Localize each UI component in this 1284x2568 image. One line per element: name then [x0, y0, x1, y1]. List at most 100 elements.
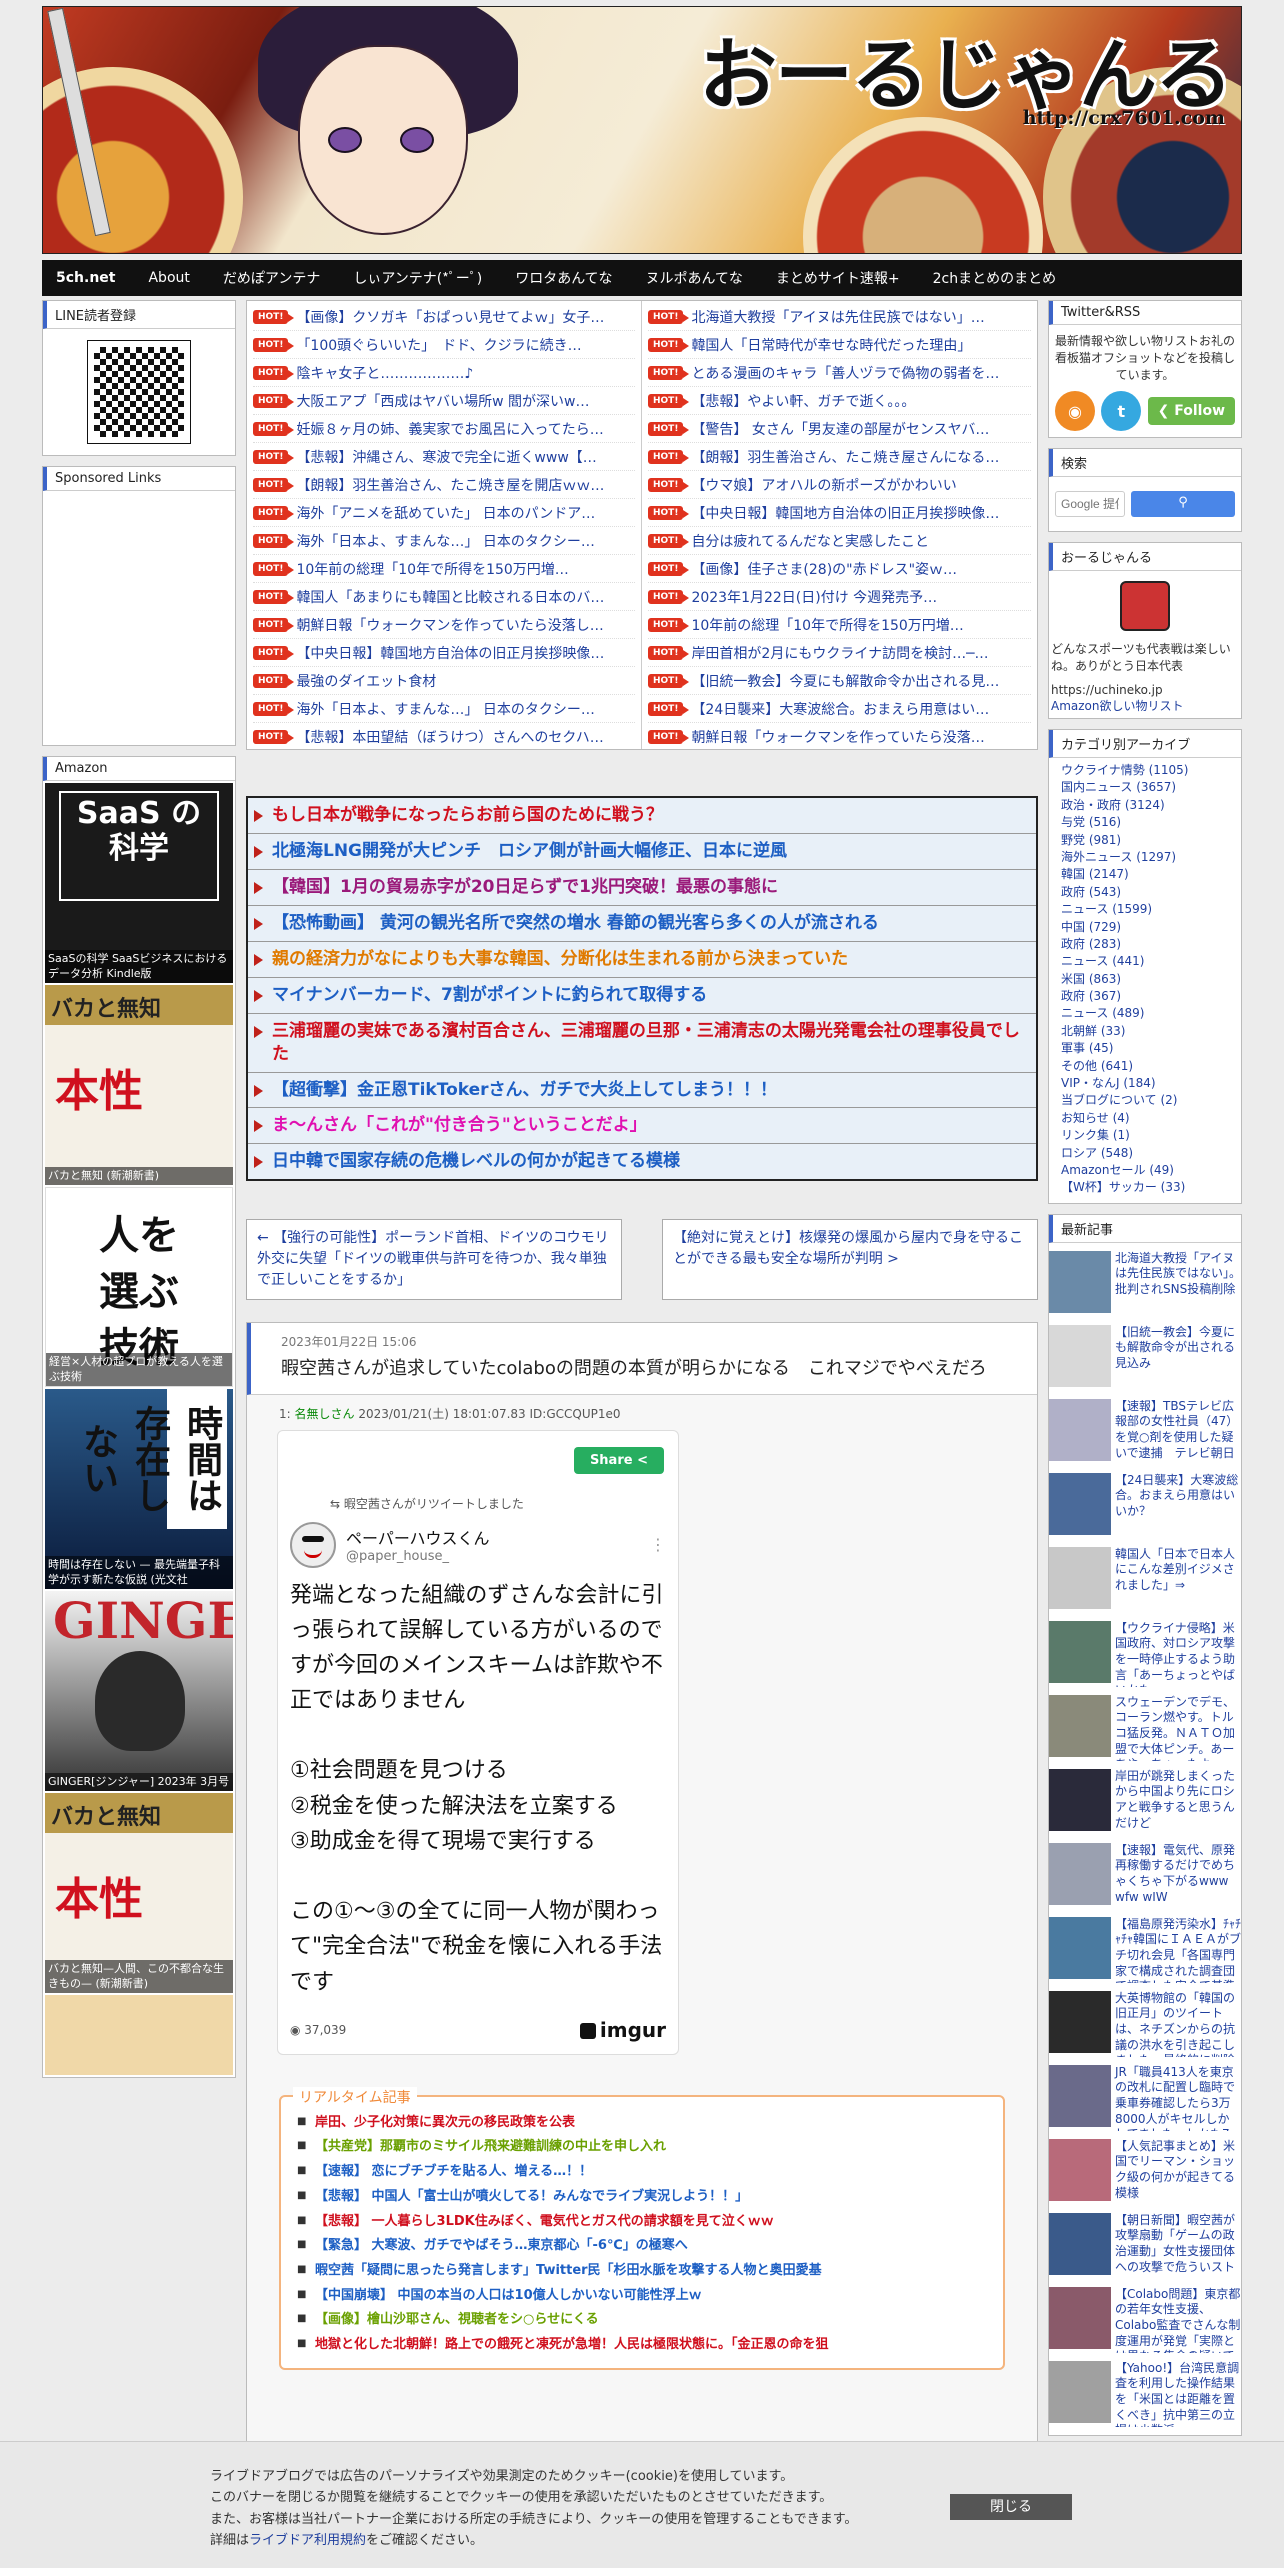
- book-item[interactable]: 人を 選ぶ 技術 経営×人材の超プロが教える人を選ぶ技術: [45, 1187, 233, 1387]
- pickup-link[interactable]: 【超衝撃】金正恩TikTokerさん、ガチで大炎上してしまう！！！: [272, 1080, 777, 1100]
- recent-item[interactable]: 北海道大教授「アイヌは先住民族ではない」。批判されSNS投稿削除: [1049, 1250, 1241, 1317]
- category-link[interactable]: 野党 (981): [1049, 832, 1241, 849]
- ranking-item[interactable]: HOT! 妊娠８ヶ月の姉、義実家でお風呂に入ってたら…: [253, 415, 635, 443]
- rss-icon[interactable]: ◉: [1055, 391, 1095, 432]
- category-link[interactable]: ウクライナ情勢 (1105): [1049, 762, 1241, 779]
- recent-item[interactable]: 【24日襲来】大寒波総合。おまえら用意はいいか？: [1049, 1472, 1241, 1539]
- ranking-item[interactable]: HOT! 【朗報】羽生善治さん、たこ焼き屋を開店ｗｗ…: [253, 471, 635, 499]
- recent-thumbnail[interactable]: [1049, 1250, 1111, 1313]
- nav-item-nurupo[interactable]: ヌルポあんてな: [646, 268, 743, 288]
- category-link[interactable]: 米国 (863): [1049, 971, 1241, 988]
- realtime-item[interactable]: 【緊急】 大寒波、ガチでやばそう…東京都心「-6℃」の極寒へ: [297, 2234, 987, 2259]
- recent-item[interactable]: 岸田が跳発しまくったから中国より先にロシアと戦争すると思うんだけど: [1049, 1768, 1241, 1835]
- ranking-link[interactable]: 「100頭ぐらいいた」 ドド、クジラに続き…: [296, 335, 581, 355]
- category-link[interactable]: 政府 (543): [1049, 884, 1241, 901]
- ranking-link[interactable]: 韓国人「あまりにも韓国と比較される日本のバ…: [296, 587, 604, 607]
- ranking-item[interactable]: HOT! 10年前の総理「10年で所得を150万円増…: [253, 555, 635, 583]
- imgur-logo[interactable]: imgur: [579, 2018, 666, 2042]
- category-link[interactable]: 政府 (367): [1049, 988, 1241, 1005]
- realtime-link[interactable]: 暇空茜「疑問に思ったら発言します」Twitter民「杉田水脈を攻撃する人物と奥田…: [315, 2263, 822, 2278]
- ranking-item[interactable]: HOT! 陰キャ女子と………………♪: [253, 359, 635, 387]
- ranking-link[interactable]: 10年前の総理「10年で所得を150万円増…: [691, 615, 963, 635]
- ranking-item[interactable]: HOT! 朝鮮日報「ウォークマンを作っていたら没落し…: [253, 611, 635, 639]
- book-item[interactable]: SaaS の 科学 SaaSの科学 SaaSビジネスにおけるデータ分析 Kind…: [45, 783, 233, 983]
- ranking-link[interactable]: 海外「日本よ、すまんな…」 日本のタクシー…: [296, 699, 594, 719]
- pickup-item[interactable]: 日中韓で国家存続の危機レベルの何かが起きてる模様: [248, 1144, 1036, 1180]
- recent-link[interactable]: スウェーデンでデモ、コーラン燃やす。トルコ猛反発。ＮＡＴＯ加盟で大体ピンチ。あー…: [1115, 1695, 1241, 1761]
- category-link[interactable]: ニュース (1599): [1049, 901, 1241, 918]
- ranking-link[interactable]: 妊娠８ヶ月の姉、義実家でお風呂に入ってたら…: [296, 419, 603, 439]
- recent-item[interactable]: 【速報】TBSテレビ広報部の女性社員（47）を覚○剤を使用した疑いで逮捕 テレビ…: [1049, 1398, 1241, 1465]
- realtime-item[interactable]: 岸田、少子化対策に異次元の移民政策を公表: [297, 2111, 987, 2136]
- realtime-link[interactable]: 【画像】檜山沙耶さん、視聴者をシ○らせにくる: [315, 2312, 599, 2327]
- recent-link[interactable]: 【朝日新聞】暇空茜が攻撃扇動「ゲームの政治運動」女性支援団体への攻撃で危ういスト: [1115, 2213, 1241, 2279]
- ranking-link[interactable]: 岸田首相が2月にもウクライナ訪問を検討…─…: [691, 643, 988, 663]
- realtime-item[interactable]: 暇空茜「疑問に思ったら発言します」Twitter民「杉田水脈を攻撃する人物と奥田…: [297, 2259, 987, 2284]
- realtime-link[interactable]: 地獄と化した北朝鮮！路上での餓死と凍死が急増！人民は極限状態に。「金正恩の命を狙: [315, 2337, 829, 2352]
- search-input[interactable]: [1055, 491, 1125, 518]
- nav-item-about[interactable]: About: [148, 270, 189, 286]
- ranking-item[interactable]: HOT! 海外「アニメを舐めていた」 日本のパンドア…: [253, 499, 635, 527]
- recent-link[interactable]: JR「職員413人を東京の改札に配置し臨時で乗車券確認したら3万8000人がキセ…: [1115, 2065, 1241, 2131]
- pickup-link[interactable]: マイナンバーカード、7割がポイントに釣られて取得する: [272, 985, 707, 1005]
- recent-thumbnail[interactable]: [1049, 1990, 1111, 2053]
- ranking-link[interactable]: 大阪エアプ「西成はヤバい場所w 閻が深いw…: [296, 391, 589, 411]
- category-link[interactable]: 中国 (729): [1049, 919, 1241, 936]
- category-link[interactable]: 政治・政府 (3124): [1049, 797, 1241, 814]
- ranking-link[interactable]: 朝鮮日報「ウォークマンを作っていたら没落し…: [296, 615, 603, 635]
- ranking-item[interactable]: HOT! 【悲報】やよい軒、ガチで逝く。。。: [648, 387, 1031, 415]
- pickup-link[interactable]: 【韓国】1月の貿易赤字が20日足らずで1兆円突破！最悪の事態に: [272, 877, 778, 897]
- ranking-item[interactable]: HOT! とある漫画のキャラ「善人ヅラで偽物の弱者を…: [648, 359, 1031, 387]
- pickup-link[interactable]: 親の経済力がなによりも大事な韓国、分断化は生まれる前から決まっていた: [272, 949, 848, 969]
- pickup-link[interactable]: 日中韓で国家存続の危機レベルの何かが起きてる模様: [272, 1151, 680, 1171]
- nav-item-matome-sokuho[interactable]: まとめサイト速報+: [776, 268, 900, 288]
- recent-thumbnail[interactable]: [1049, 1694, 1111, 1757]
- ranking-link[interactable]: 【中央日報】韓国地方自治体の旧正月挨拶映像…: [691, 503, 999, 523]
- recent-link[interactable]: 【福島原発汚染水】ﾁｬﾁｬﾁｬ韓国にＩＡＥＡがブチ切れ会見「各国専門家で構成され…: [1115, 1917, 1241, 1983]
- ranking-item[interactable]: HOT! 韓国人「あまりにも韓国と比較される日本のバ…: [253, 583, 635, 611]
- ranking-link[interactable]: 【悲報】本田望結（ぼうけつ）さんへのセクハ…: [296, 727, 603, 747]
- recent-thumbnail[interactable]: [1049, 1768, 1111, 1831]
- pickup-link[interactable]: もし日本が戦争になったらお前ら国のために戦う？: [272, 805, 663, 825]
- more-icon[interactable]: ⋮: [650, 1535, 666, 1554]
- recent-thumbnail[interactable]: [1049, 2286, 1111, 2349]
- ranking-item[interactable]: HOT! 【24日襲来】大寒波総合。おまえら用意はい…: [648, 695, 1031, 723]
- ranking-link[interactable]: 【ウマ娘】アオハルの新ポーズがかわいい: [691, 475, 956, 495]
- realtime-link[interactable]: 【速報】 恋にブチブチを貼る人、増える…！！: [315, 2164, 592, 2179]
- recent-link[interactable]: 【速報】電気代、原発再稼働するだけでめちゃくちゃ下がるwww wfw wIW: [1115, 1843, 1241, 1909]
- recent-link[interactable]: 【24日襲来】大寒波総合。おまえら用意はいいか？: [1115, 1473, 1241, 1539]
- book-item[interactable]: 時間は存在しない 時間は存在しない — 最先端量子科学が示す新たな仮説 (光文社: [45, 1389, 233, 1589]
- next-article-link[interactable]: 【絶対に覚えとけ】核爆発の爆風から屋内で身を守ることができる最も安全な場所が判明…: [662, 1219, 1038, 1301]
- ranking-link[interactable]: とある漫画のキャラ「善人ヅラで偽物の弱者を…: [691, 363, 999, 383]
- recent-thumbnail[interactable]: [1049, 1916, 1111, 1979]
- category-link[interactable]: 国内ニュース (3657): [1049, 779, 1241, 796]
- recent-thumbnail[interactable]: [1049, 1546, 1111, 1609]
- category-link[interactable]: ニュース (441): [1049, 953, 1241, 970]
- recent-item[interactable]: 【速報】電気代、原発再稼働するだけでめちゃくちゃ下がるwww wfw wIW: [1049, 1842, 1241, 1909]
- ranking-link[interactable]: 【朗報】羽生善治さん、たこ焼き屋を開店ｗｗ…: [296, 475, 604, 495]
- pickup-item[interactable]: 【恐怖動画】 黄河の観光名所で突然の増水 春節の観光客ら多くの人が流される: [248, 905, 1036, 942]
- ranking-item[interactable]: HOT! 最強のダイエット食材: [253, 667, 635, 695]
- recent-link[interactable]: 北海道大教授「アイヌは先住民族ではない」。批判されSNS投稿削除: [1115, 1251, 1241, 1317]
- ranking-item[interactable]: HOT! 【悲報】沖縄さん、寒波で完全に逝くwww【…: [253, 443, 635, 471]
- pickup-link[interactable]: 三浦瑠麗の実妹である濱村百合さん、三浦瑠麗の旦那・三浦清志の太陽光発電会社の理事…: [272, 1021, 1020, 1064]
- category-link[interactable]: VIP・なんJ (184): [1049, 1075, 1241, 1092]
- book-item[interactable]: バカと無知 本性 バカと無知—人間、この不都合な生きもの— (新潮新書): [45, 1793, 233, 1993]
- nav-item-damepo[interactable]: だめぽアンテナ: [223, 268, 320, 288]
- pickup-link[interactable]: 北極海LNG開発が大ピンチ ロシア側が計画大幅修正、日本に逆風: [272, 841, 787, 861]
- search-button[interactable]: ⚲: [1131, 491, 1235, 518]
- recent-link[interactable]: 岸田が跳発しまくったから中国より先にロシアと戦争すると思うんだけど: [1115, 1769, 1241, 1835]
- ranking-link[interactable]: 海外「アニメを舐めていた」 日本のパンドア…: [296, 503, 595, 523]
- ranking-link[interactable]: 【24日襲来】大寒波総合。おまえら用意はい…: [691, 699, 989, 719]
- ranking-link[interactable]: 自分は疲れてるんだなと実感したこと: [691, 531, 929, 551]
- recent-thumbnail[interactable]: [1049, 1398, 1111, 1461]
- recent-item[interactable]: 大英博物館の「韓国の旧正月」のツイートは、ネチズンからの抗議の洪水を引き起こしま…: [1049, 1990, 1241, 2057]
- ranking-link[interactable]: 2023年1月22日(日)付け 今週発売予…: [691, 587, 937, 607]
- wishlist-link[interactable]: Amazon欲しい物リスト: [1049, 697, 1241, 718]
- realtime-link[interactable]: 【悲報】 一人暮らし3LDK住みぼく、電気代とガス代の請求額を見て泣くｗｗ: [315, 2214, 774, 2229]
- ranking-item[interactable]: HOT! 10年前の総理「10年で所得を150万円増…: [648, 611, 1031, 639]
- ranking-item[interactable]: HOT! 【旧統一教会】今夏にも解散命令か出される見…: [648, 667, 1031, 695]
- category-link[interactable]: 政府 (283): [1049, 936, 1241, 953]
- ranking-link[interactable]: 【悲報】沖縄さん、寒波で完全に逝くwww【…: [296, 447, 596, 467]
- recent-link[interactable]: 【旧統一教会】今夏にも解散命令が出される見込み: [1115, 1325, 1241, 1391]
